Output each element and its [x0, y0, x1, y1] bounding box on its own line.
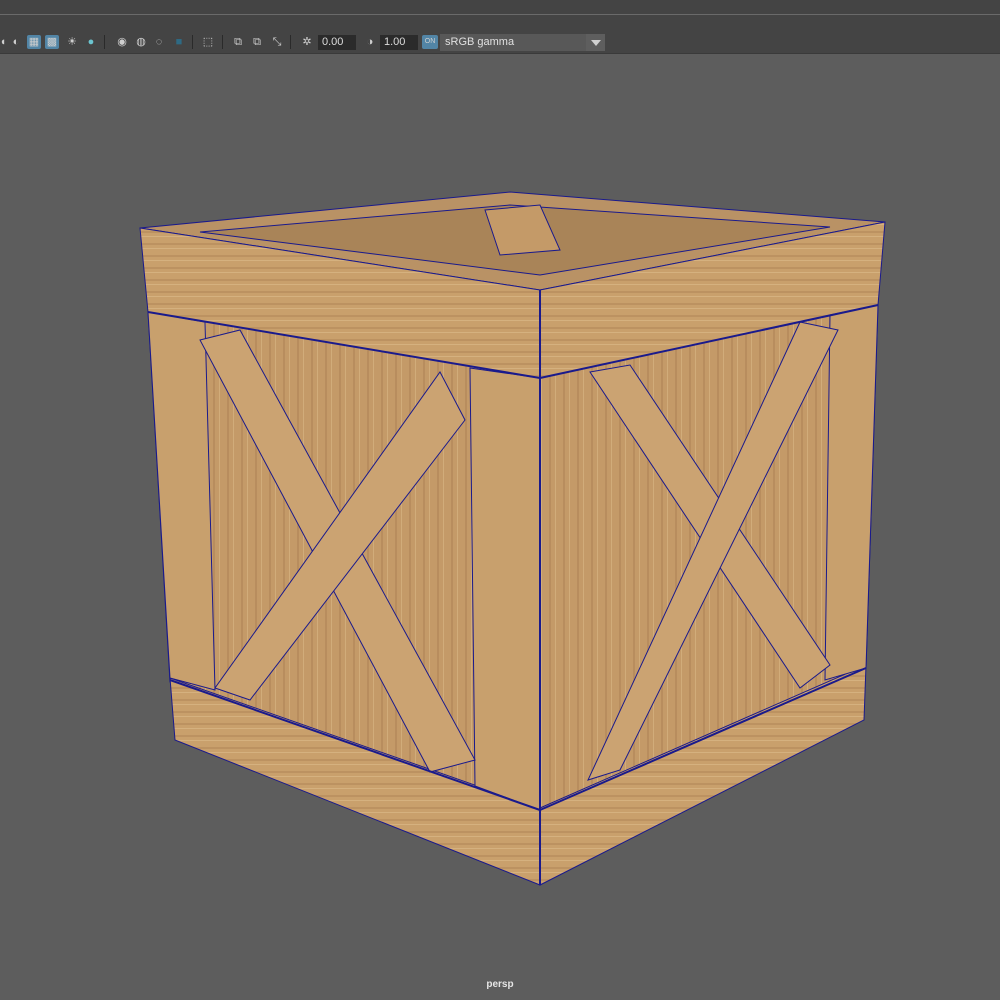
crate-post-right	[824, 304, 879, 681]
exposure-field[interactable]: 0.00	[318, 35, 356, 50]
toolbar-separator	[290, 35, 291, 49]
lights-icon[interactable]: ☀	[65, 35, 79, 49]
motion-blur-icon[interactable]: ◍	[134, 35, 148, 49]
grid-icon[interactable]: ⧉	[231, 35, 245, 49]
exposure-icon[interactable]: ✲	[300, 35, 314, 49]
depth-of-field-icon[interactable]: ■	[172, 35, 186, 49]
wireframe-on-shaded-icon[interactable]: ◐	[9, 35, 23, 49]
crate-post-center	[469, 367, 541, 811]
panel-gap	[0, 15, 1000, 31]
gamma-icon[interactable]: ◑	[363, 35, 377, 49]
color-space-dropdown[interactable]: sRGB gamma	[440, 34, 605, 51]
panel-menubar	[0, 0, 1000, 15]
isolate-select-icon[interactable]: ⬚	[201, 35, 215, 49]
toolbar-separator	[192, 35, 193, 49]
crate-model[interactable]	[139, 191, 886, 886]
textured-icon[interactable]: ▦	[27, 35, 41, 49]
shadows-icon[interactable]: ●	[84, 35, 98, 49]
color-management-icon[interactable]: ON	[422, 35, 438, 49]
xray-icon[interactable]: ◖	[0, 35, 6, 49]
ambient-occlusion-icon[interactable]: ◉	[115, 35, 129, 49]
camera-gate-icon[interactable]: ⧉	[250, 35, 264, 49]
chevron-down-icon[interactable]	[586, 34, 605, 51]
crate-post-left	[147, 311, 216, 691]
viewport-3d[interactable]	[0, 54, 1000, 1000]
antialiasing-icon[interactable]: ◌	[152, 35, 166, 49]
camera-name-label: persp	[486, 979, 514, 990]
viewport-toolbar: ◖ ◐ ▦ ▩ ☀ ● ◉ ◍ ◌ ■ ⬚ ⧉ ⧉ ⤡ ✲ 0.00 ◑ 1.0…	[0, 31, 1000, 54]
toolbar-separator	[222, 35, 223, 49]
resolution-gate-icon[interactable]: ⤡	[270, 35, 284, 49]
toolbar-separator	[104, 35, 105, 49]
lights-toggle-icon[interactable]: ▩	[45, 35, 59, 49]
gamma-field[interactable]: 1.00	[380, 35, 418, 50]
